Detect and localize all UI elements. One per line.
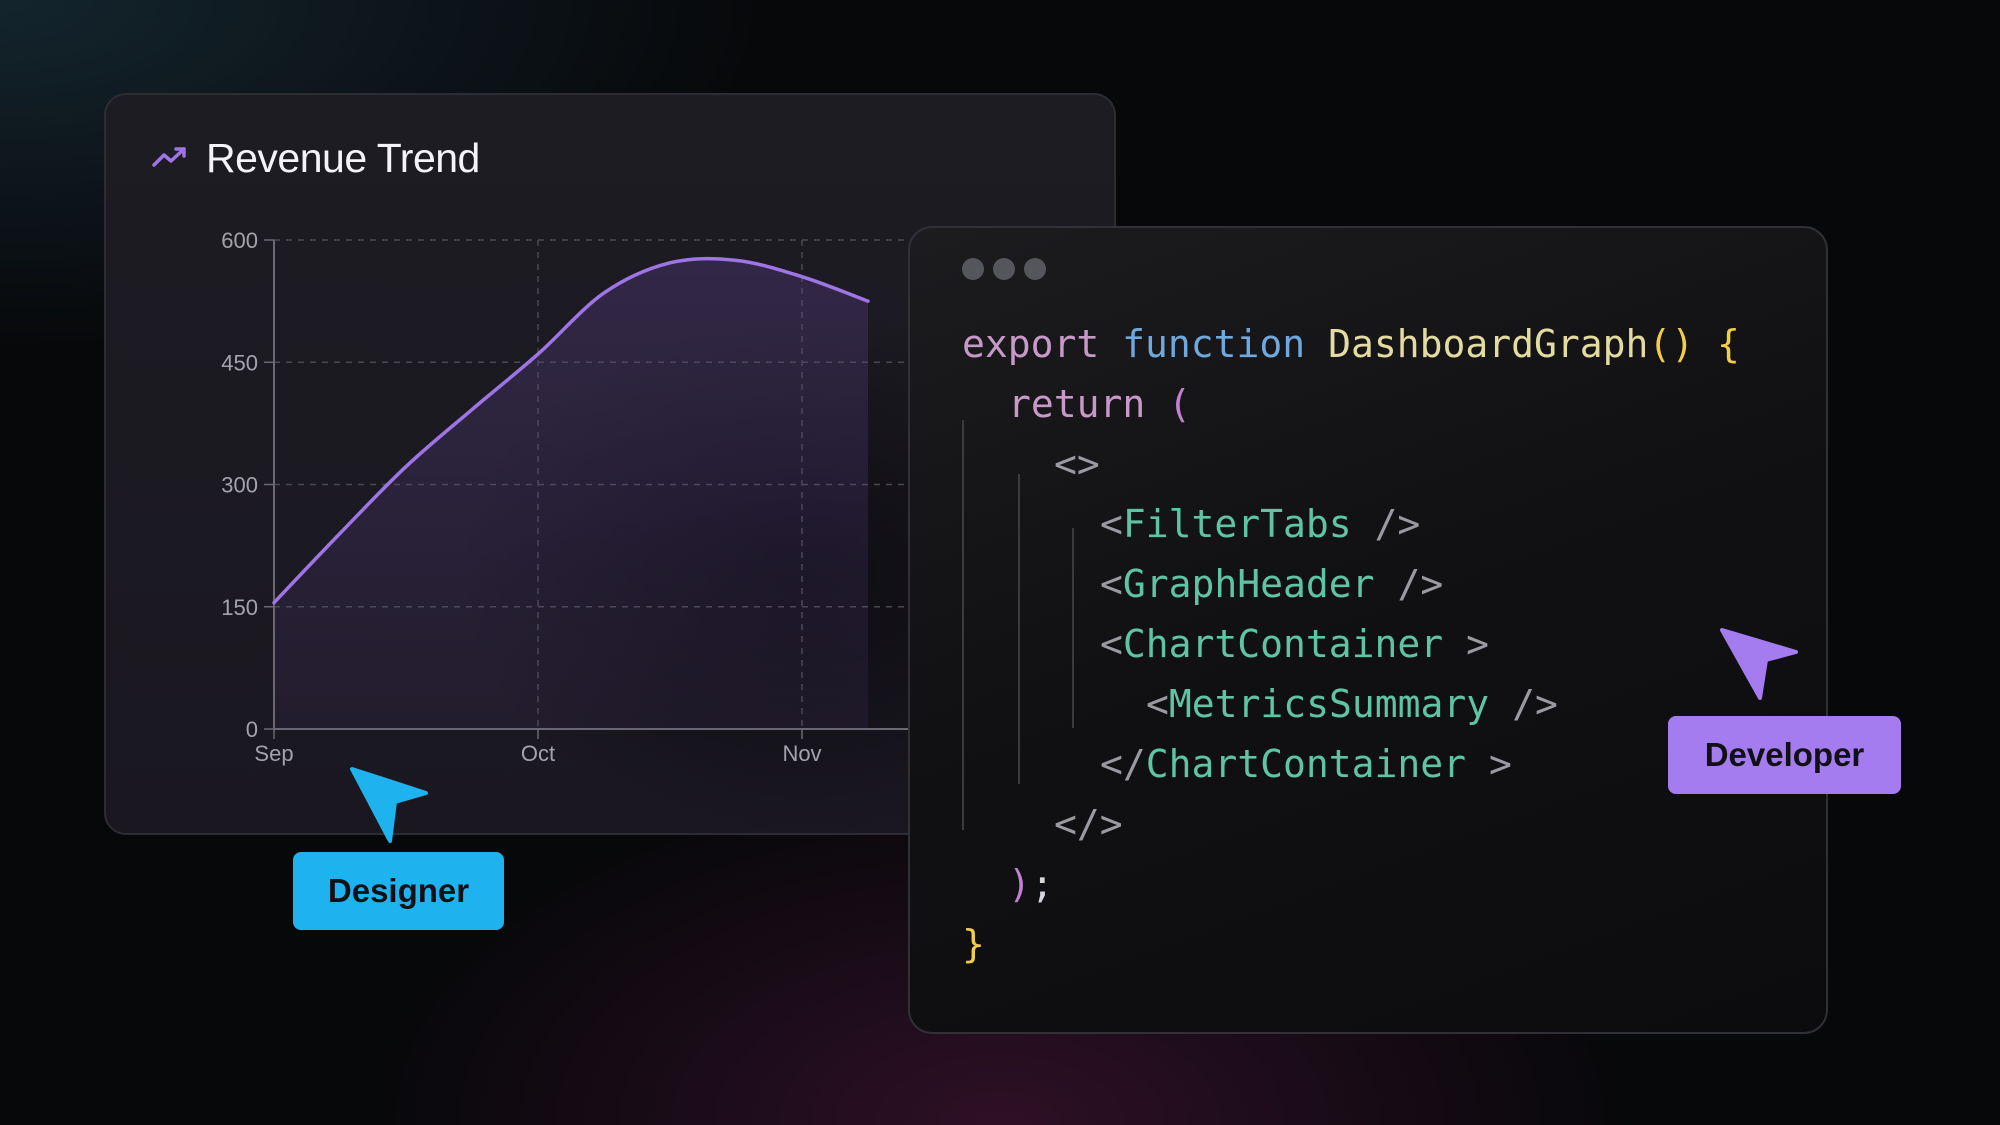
code-token: > <box>1443 622 1489 666</box>
code-token: } <box>962 922 985 966</box>
code-line: <GraphHeader /> <box>962 554 1740 614</box>
code-token: < <box>1100 502 1123 546</box>
code-token: </ <box>1100 742 1146 786</box>
y-tick-label: 600 <box>221 228 258 253</box>
y-tick-label: 300 <box>221 473 258 498</box>
code-line: <MetricsSummary /> <box>962 674 1740 734</box>
code-line: </ChartContainer > <box>962 734 1740 794</box>
revenue-area <box>274 258 868 729</box>
code-token: <> <box>1054 442 1100 486</box>
code-block: export function DashboardGraph() {return… <box>962 314 1740 974</box>
code-line: } <box>962 914 1740 974</box>
code-line: <> <box>962 434 1740 494</box>
code-token: FilterTabs <box>1122 502 1352 546</box>
code-token: /> <box>1351 502 1421 546</box>
designer-badge: Designer <box>293 852 504 930</box>
code-token: ( <box>1168 382 1192 426</box>
trending-up-icon <box>152 145 188 173</box>
code-token: < <box>1100 562 1123 606</box>
y-tick-label: 0 <box>246 717 258 742</box>
code-line: ); <box>962 854 1740 914</box>
x-tick-label: Oct <box>521 741 555 766</box>
x-tick-label: Sep <box>254 741 293 766</box>
code-token: < <box>1146 682 1169 726</box>
code-token: ; <box>1030 862 1054 906</box>
x-tick-label: Nov <box>782 741 821 766</box>
developer-badge: Developer <box>1668 716 1901 794</box>
y-tick-label: 150 <box>221 595 258 620</box>
code-token: > <box>1466 742 1512 786</box>
code-token: return <box>1008 382 1169 426</box>
code-token: < <box>1100 622 1123 666</box>
code-editor-card: export function DashboardGraph() {return… <box>908 226 1828 1034</box>
code-token: GraphHeader <box>1122 562 1375 606</box>
chart-title: Revenue Trend <box>206 135 480 181</box>
window-dot-icon <box>962 258 984 280</box>
code-line: </> <box>962 794 1740 854</box>
chart-header: Revenue Trend <box>152 135 480 182</box>
code-token: /> <box>1489 682 1558 726</box>
code-token: () { <box>1648 322 1740 366</box>
code-token: /> <box>1374 562 1444 606</box>
developer-cursor-icon <box>1720 628 1798 700</box>
y-tick-label: 450 <box>221 350 258 375</box>
code-token: ChartContainer <box>1145 742 1467 786</box>
code-token: export <box>962 322 1123 366</box>
code-token: ChartContainer <box>1122 622 1444 666</box>
window-dot-icon <box>1024 258 1046 280</box>
code-token: ) <box>1008 862 1031 906</box>
code-line: <ChartContainer > <box>962 614 1740 674</box>
code-line: <FilterTabs /> <box>962 494 1740 554</box>
code-line: return ( <box>962 374 1740 434</box>
code-token: </> <box>1054 802 1123 846</box>
code-token: function <box>1122 322 1329 366</box>
window-dot-icon <box>993 258 1015 280</box>
code-token: MetricsSummary <box>1168 682 1490 726</box>
code-token: DashboardGraph <box>1328 322 1649 366</box>
designer-cursor-icon <box>350 767 428 843</box>
code-line: export function DashboardGraph() { <box>962 314 1740 374</box>
